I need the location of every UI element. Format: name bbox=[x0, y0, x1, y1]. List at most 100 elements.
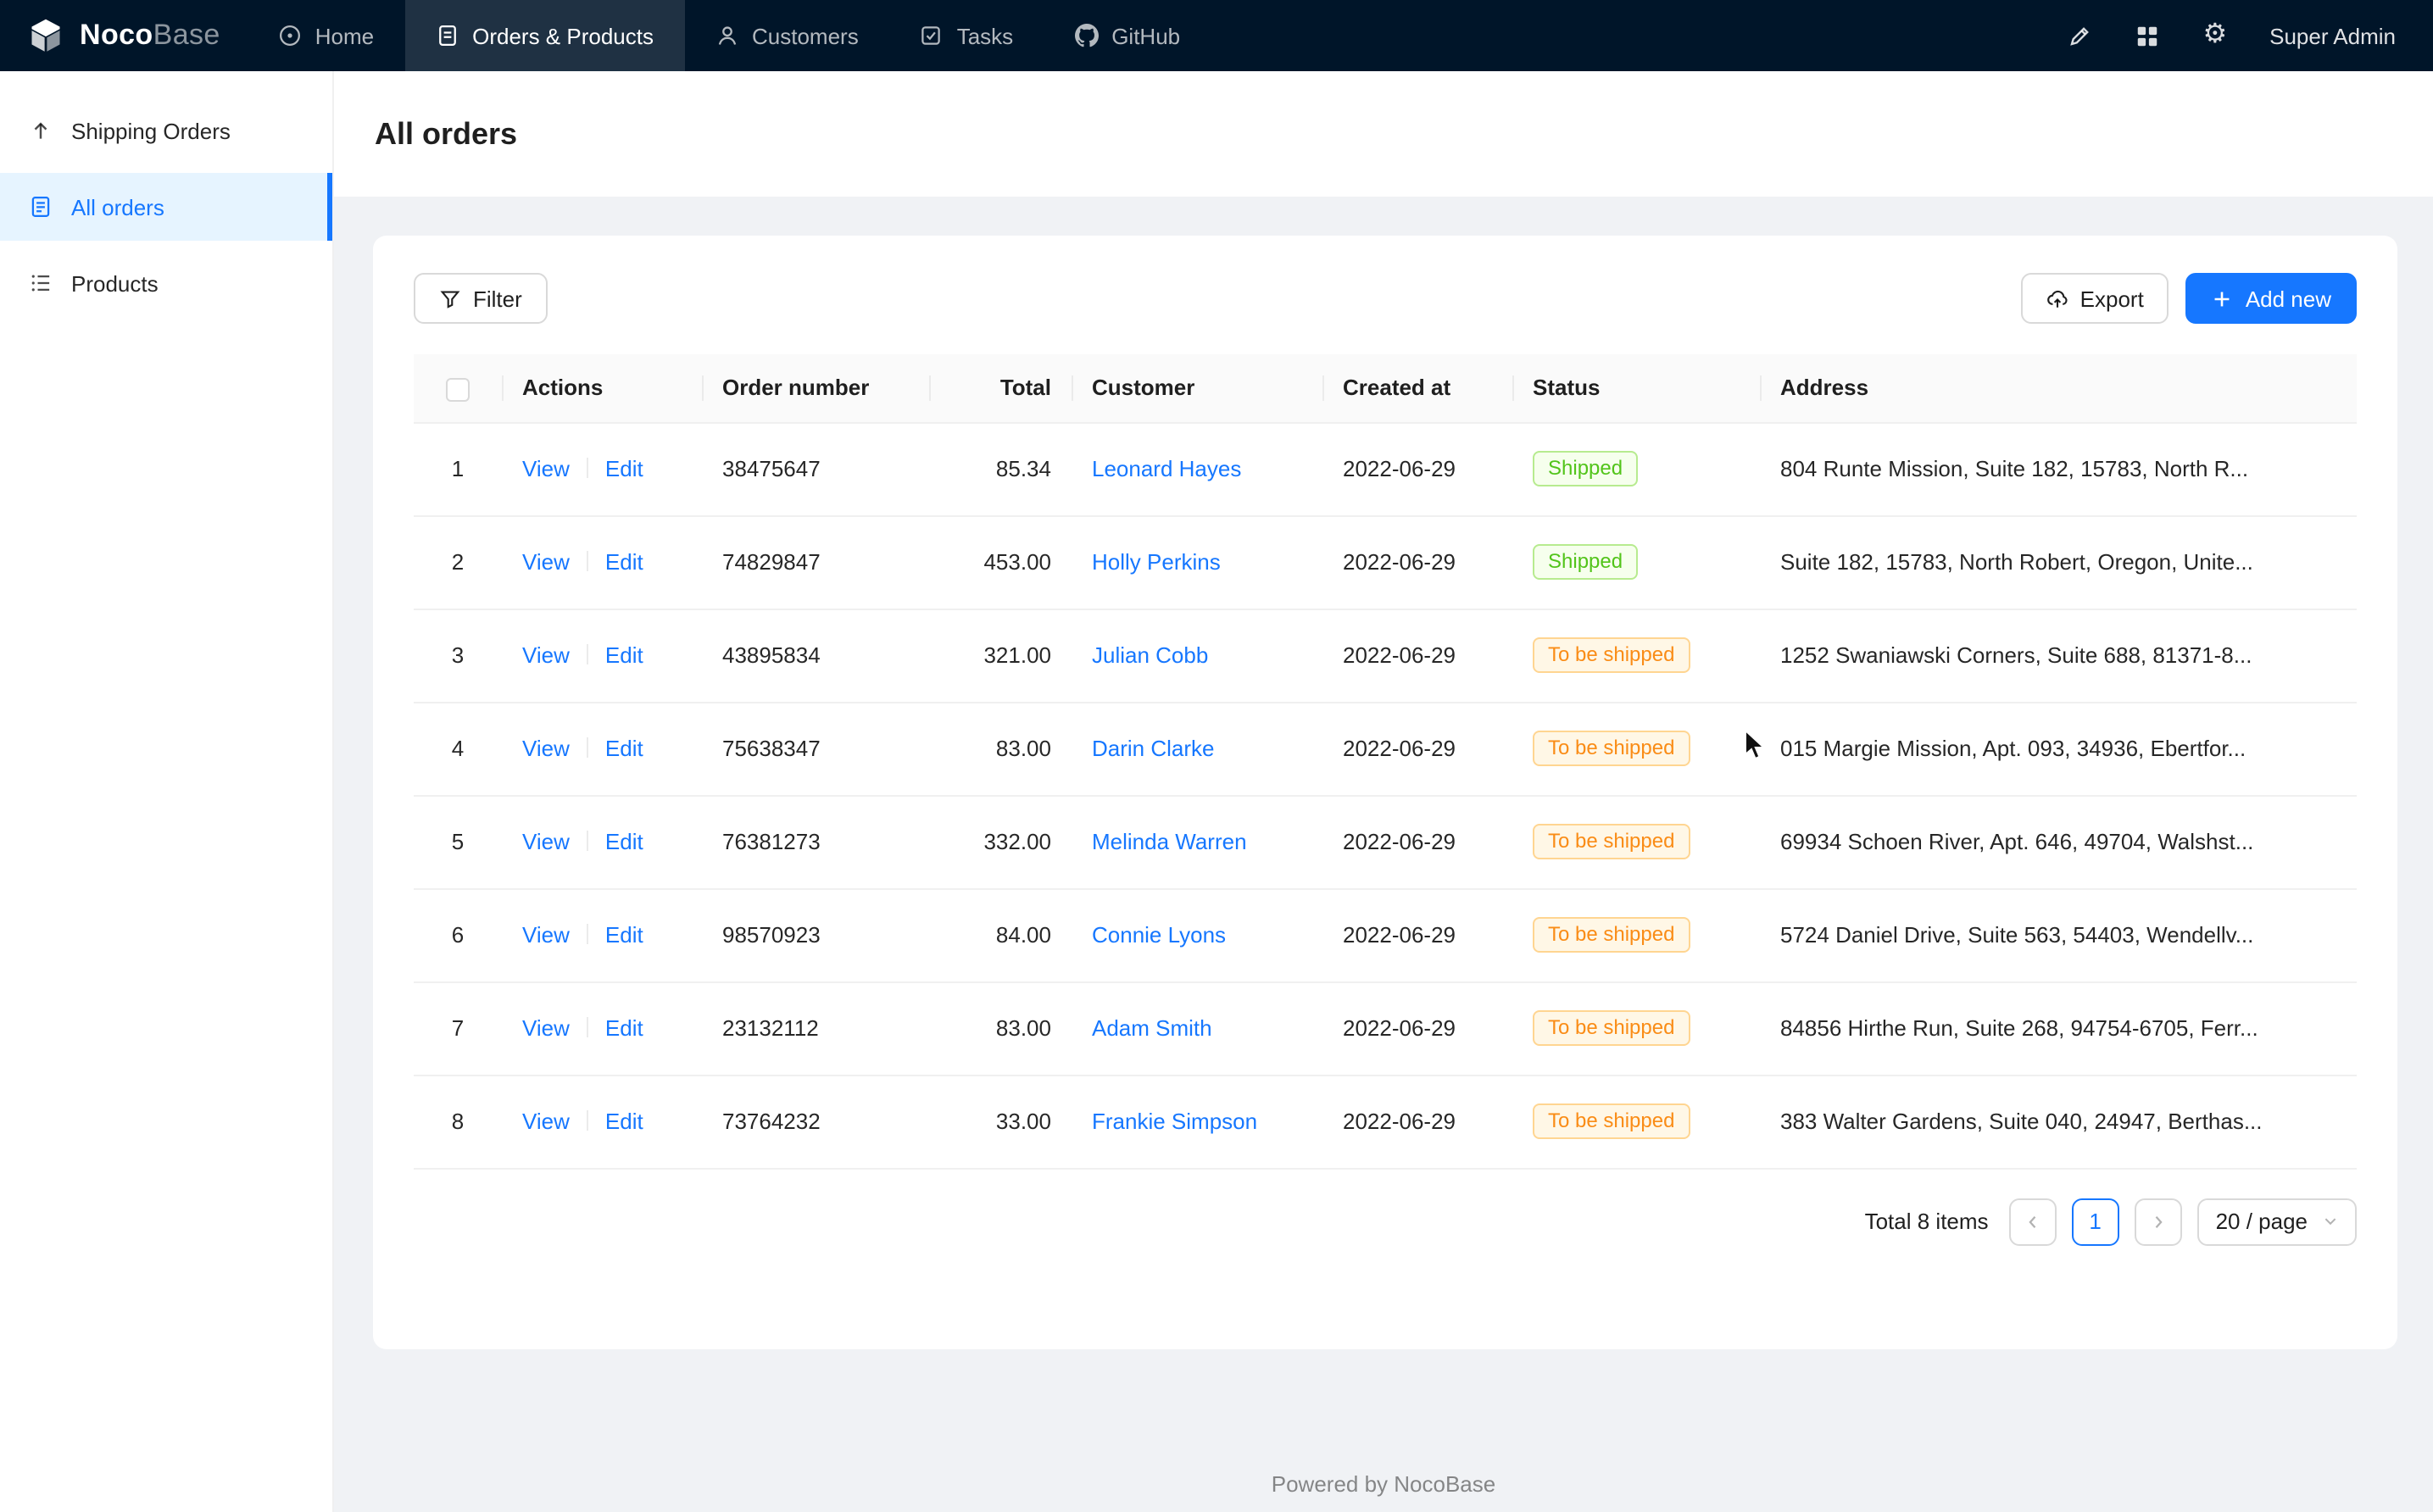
nav-item-github[interactable]: GitHub bbox=[1044, 0, 1211, 71]
table-toolbar: Filter Export Add new bbox=[414, 273, 2357, 324]
table-row[interactable]: 5 View Edit 76381273 332.00 Melinda Warre… bbox=[414, 795, 2357, 888]
row-index: 8 bbox=[452, 1109, 464, 1134]
table-row[interactable]: 2 ViewEdit 74829847 453.00 Holly Perkins… bbox=[414, 515, 2357, 609]
order-number-cell: 75638347 bbox=[702, 702, 929, 795]
list-icon bbox=[29, 271, 53, 295]
page-number-button[interactable]: 1 bbox=[2072, 1198, 2119, 1245]
page-title: All orders bbox=[375, 116, 517, 152]
table-row[interactable]: 1 ViewEdit 38475647 85.34 Leonard Hayes … bbox=[414, 422, 2357, 515]
view-link[interactable]: View bbox=[522, 642, 570, 668]
customer-link[interactable]: Adam Smith bbox=[1092, 1015, 1212, 1041]
customer-link[interactable]: Holly Perkins bbox=[1092, 549, 1221, 575]
action-divider bbox=[587, 924, 588, 944]
address-cell: 804 Runte Mission, Suite 182, 15783, Nor… bbox=[1760, 422, 2357, 515]
add-new-button[interactable]: Add new bbox=[2186, 273, 2357, 324]
view-link[interactable]: View bbox=[522, 922, 570, 948]
view-link[interactable]: View bbox=[522, 1015, 570, 1041]
order-number-cell: 76381273 bbox=[702, 795, 929, 888]
nav-item-tasks[interactable]: Tasks bbox=[889, 0, 1044, 71]
cloud-upload-icon bbox=[2046, 287, 2068, 309]
edit-link[interactable]: Edit bbox=[605, 642, 643, 668]
edit-link[interactable]: Edit bbox=[605, 1015, 643, 1041]
next-page-button[interactable] bbox=[2135, 1198, 2182, 1245]
home-icon bbox=[278, 24, 302, 47]
page-size-select[interactable]: 20 / page bbox=[2197, 1198, 2357, 1245]
edit-link[interactable]: Edit bbox=[605, 829, 643, 854]
table-row[interactable]: 6 ViewEdit 98570923 84.00 Connie Lyons 2… bbox=[414, 888, 2357, 981]
total-cell: 85.34 bbox=[929, 422, 1072, 515]
nav-item-orders-products[interactable]: Orders & Products bbox=[404, 0, 684, 71]
nav-item-label: GitHub bbox=[1111, 23, 1180, 48]
created-at-cell: 2022-06-29 bbox=[1322, 609, 1512, 702]
customer-link[interactable]: Darin Clarke bbox=[1092, 736, 1215, 761]
plus-icon bbox=[2212, 287, 2234, 309]
address-cell: Suite 182, 15783, North Robert, Oregon, … bbox=[1760, 515, 2357, 609]
column-header-order-number: Order number bbox=[702, 354, 929, 422]
table-row[interactable]: 3 ViewEdit 43895834 321.00 Julian Cobb 2… bbox=[414, 609, 2357, 702]
logo-text: NocoBase bbox=[80, 19, 220, 53]
export-button[interactable]: Export bbox=[2021, 273, 2169, 324]
nocobase-logo[interactable]: NocoBase bbox=[0, 0, 248, 71]
total-cell: 453.00 bbox=[929, 515, 1072, 609]
order-number-cell: 98570923 bbox=[702, 888, 929, 981]
address-cell: 69934 Schoen River, Apt. 646, 49704, Wal… bbox=[1760, 795, 2357, 888]
user-menu[interactable]: Super Admin bbox=[2269, 23, 2396, 48]
sidebar-item-all-orders[interactable]: All orders bbox=[0, 173, 332, 241]
status-badge: To be shipped bbox=[1533, 731, 1690, 766]
apps-grid-icon[interactable] bbox=[2135, 23, 2160, 48]
table-body: 1 ViewEdit 38475647 85.34 Leonard Hayes … bbox=[414, 422, 2357, 1168]
github-icon bbox=[1074, 24, 1098, 47]
view-link[interactable]: View bbox=[522, 829, 570, 854]
row-index: 7 bbox=[452, 1015, 464, 1041]
action-divider bbox=[587, 737, 588, 758]
customer-link[interactable]: Julian Cobb bbox=[1092, 642, 1208, 668]
row-index: 5 bbox=[452, 829, 464, 854]
nav-item-label: Customers bbox=[752, 23, 859, 48]
view-link[interactable]: View bbox=[522, 549, 570, 575]
export-button-label: Export bbox=[2080, 286, 2144, 311]
nav-item-home[interactable]: Home bbox=[248, 0, 404, 71]
address-cell: 84856 Hirthe Run, Suite 268, 94754-6705,… bbox=[1760, 981, 2357, 1075]
nav-item-customers[interactable]: Customers bbox=[684, 0, 889, 71]
view-link[interactable]: View bbox=[522, 1109, 570, 1134]
table-row[interactable]: 4 ViewEdit 75638347 83.00 Darin Clarke 2… bbox=[414, 702, 2357, 795]
edit-link[interactable]: Edit bbox=[605, 922, 643, 948]
edit-link[interactable]: Edit bbox=[605, 549, 643, 575]
table-header-row: Actions Order number Total Customer Crea… bbox=[414, 354, 2357, 422]
total-cell: 84.00 bbox=[929, 888, 1072, 981]
column-header-address: Address bbox=[1760, 354, 2357, 422]
app-window: NocoBase Home Orders & Products Customer… bbox=[0, 0, 2433, 1512]
status-badge: To be shipped bbox=[1533, 637, 1690, 673]
chevron-left-icon bbox=[2024, 1213, 2041, 1230]
status-badge: To be shipped bbox=[1533, 1103, 1690, 1139]
customer-link[interactable]: Frankie Simpson bbox=[1092, 1109, 1257, 1134]
sidebar-item-shipping-orders[interactable]: Shipping Orders bbox=[0, 97, 332, 164]
total-cell: 332.00 bbox=[929, 795, 1072, 888]
highlighter-icon[interactable] bbox=[2067, 23, 2092, 48]
action-divider bbox=[587, 1110, 588, 1131]
filter-button-label: Filter bbox=[473, 286, 522, 311]
order-number-cell: 73764232 bbox=[702, 1075, 929, 1168]
edit-link[interactable]: Edit bbox=[605, 1109, 643, 1134]
prev-page-button[interactable] bbox=[2009, 1198, 2057, 1245]
edit-link[interactable]: Edit bbox=[605, 456, 643, 481]
sidebar-item-products[interactable]: Products bbox=[0, 249, 332, 317]
order-number-cell: 23132112 bbox=[702, 981, 929, 1075]
select-all-checkbox[interactable] bbox=[446, 377, 470, 401]
view-link[interactable]: View bbox=[522, 456, 570, 481]
status-badge: Shipped bbox=[1533, 544, 1638, 580]
filter-button[interactable]: Filter bbox=[414, 273, 548, 324]
customer-link[interactable]: Leonard Hayes bbox=[1092, 456, 1241, 481]
edit-link[interactable]: Edit bbox=[605, 736, 643, 761]
customer-link[interactable]: Melinda Warren bbox=[1092, 829, 1247, 854]
action-divider bbox=[587, 551, 588, 571]
gear-icon[interactable]: ⚙ bbox=[2202, 22, 2227, 49]
sidebar-item-label: Shipping Orders bbox=[71, 118, 231, 143]
table-row[interactable]: 8 ViewEdit 73764232 33.00 Frankie Simpso… bbox=[414, 1075, 2357, 1168]
view-link[interactable]: View bbox=[522, 736, 570, 761]
chevron-right-icon bbox=[2150, 1213, 2167, 1230]
table-row[interactable]: 7 ViewEdit 23132112 83.00 Adam Smith 202… bbox=[414, 981, 2357, 1075]
nocobase-logo-icon bbox=[27, 17, 64, 54]
customer-link[interactable]: Connie Lyons bbox=[1092, 922, 1226, 948]
order-number-cell: 74829847 bbox=[702, 515, 929, 609]
